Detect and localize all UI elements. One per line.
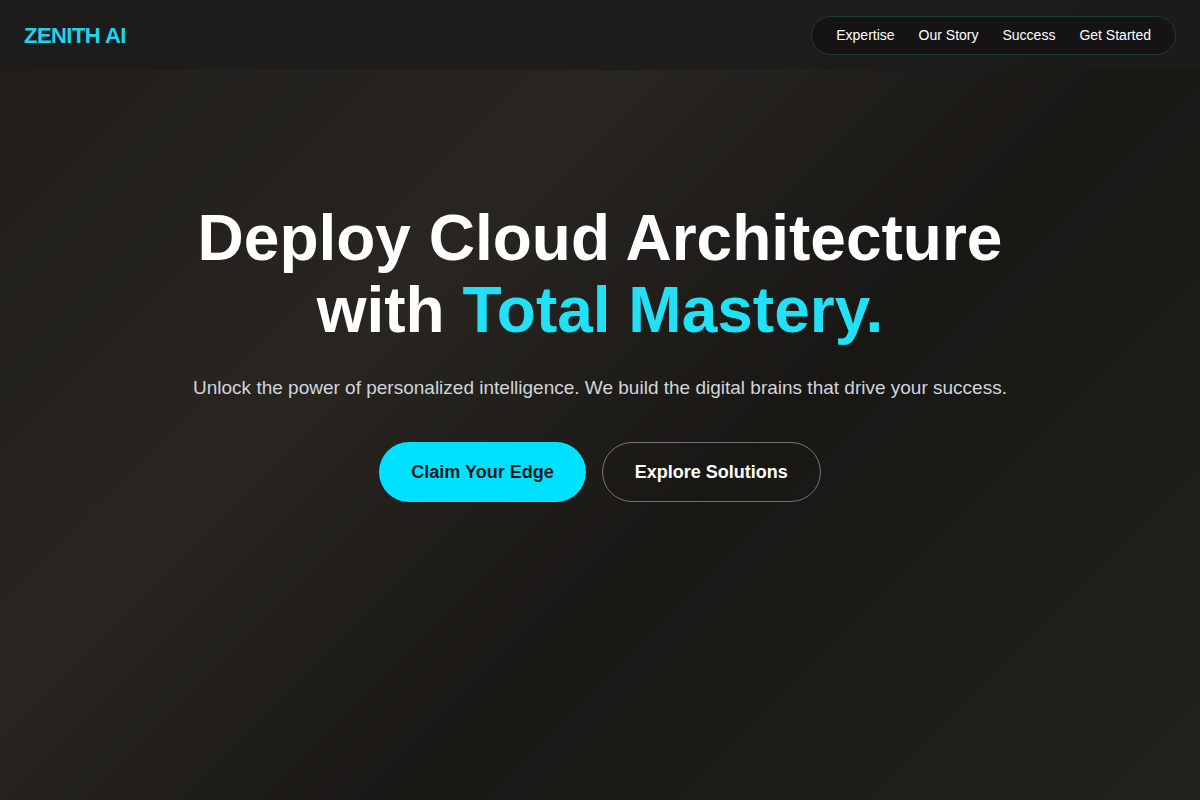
nav-item[interactable]: Get Started: [1079, 25, 1151, 46]
background-overlay: [0, 0, 1200, 800]
explore-button[interactable]: Explore Solutions: [602, 442, 821, 502]
claim-button[interactable]: Claim Your Edge: [379, 442, 585, 502]
logo[interactable]: ZENITH AI: [24, 19, 126, 52]
nav-item[interactable]: Our Story: [919, 25, 979, 46]
hero-subtitle: Unlock the power of personalized intelli…: [193, 374, 1007, 402]
hero-heading: Deploy Cloud Architecture with Total Mas…: [160, 202, 1040, 346]
hero-buttons: Claim Your Edge Explore Solutions: [379, 442, 820, 502]
nav-pill: Expertise Our Story Success Get Started: [811, 16, 1176, 55]
nav-item[interactable]: Success: [1002, 25, 1055, 46]
landing-page: ZENITH AI Expertise Our Story Success Get St…: [0, 0, 1200, 800]
site-header: ZENITH AI Expertise Our Story Success Get St…: [0, 0, 1200, 70]
hero: Deploy Cloud Architecture with Total Mas…: [0, 70, 1200, 800]
nav-item[interactable]: Expertise: [836, 25, 894, 46]
